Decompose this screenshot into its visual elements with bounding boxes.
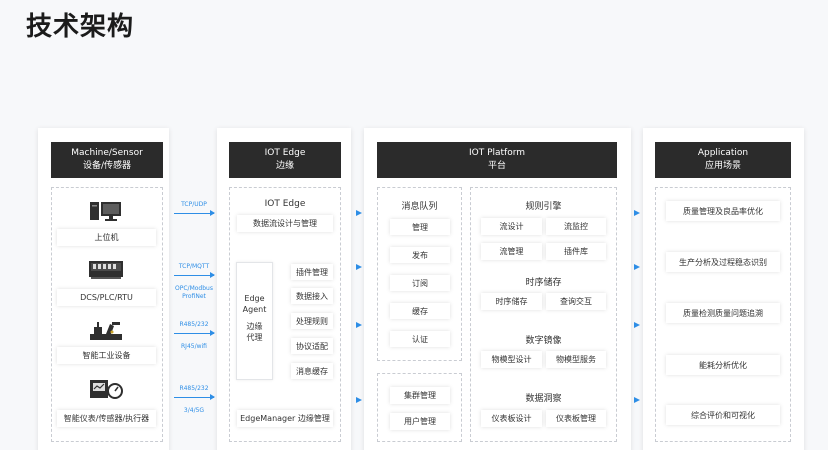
edge-header: IOT Edge 边缘	[229, 142, 341, 178]
app-item: 生产分析及过程稳态识别	[666, 252, 780, 272]
platform-header: IOT Platform 平台	[377, 142, 617, 178]
twin-item: 物模型服务	[546, 351, 606, 368]
device-item-industrial: 智能工业设备	[57, 347, 156, 364]
protocol-label: 3/4/5G	[183, 407, 205, 414]
rule-item: 插件库	[546, 243, 606, 260]
insight-title: 数据洞察	[525, 394, 562, 404]
device-header-en: Machine/Sensor	[71, 148, 143, 158]
plc-rack-icon	[89, 261, 123, 279]
edge-plugin-box: 消息缓存	[291, 363, 333, 379]
edge-manager-box: EdgeManager 边缘管理	[237, 410, 333, 427]
app-item: 质量检测质量问题追溯	[666, 303, 780, 323]
protocol-label: ProfiNet	[182, 293, 206, 300]
protocol-label: OPC/Modbus	[175, 285, 213, 292]
protocol-arrow	[174, 330, 215, 336]
app-item: 能耗分析优化	[666, 355, 780, 375]
flow-arrow	[634, 210, 643, 217]
rule-item: 流监控	[546, 218, 606, 235]
twin-item: 物模型设计	[481, 351, 542, 368]
edge-design-box: 数据流设计与管理	[237, 215, 333, 232]
rule-item: 流管理	[481, 243, 542, 260]
edge-agent-label: Edge Agent 边缘代理	[236, 293, 273, 343]
mq-item: 发布	[390, 247, 450, 263]
meter-gauge-icon	[90, 380, 123, 399]
app-header-en: Application	[697, 148, 749, 158]
flow-arrow	[634, 322, 643, 329]
device-item-host: 上位机	[57, 229, 156, 246]
app-item: 质量管理及良品率优化	[666, 201, 780, 221]
industrial-robot-icon	[90, 322, 122, 340]
page-title: 技术架构	[26, 12, 135, 42]
protocol-label: TCP/UDP	[181, 201, 207, 208]
device-header: Machine/Sensor 设备/传感器	[51, 142, 163, 178]
protocol-arrow	[174, 210, 215, 216]
edge-section-title: IOT Edge	[264, 199, 306, 209]
timeseries-title: 时序储存	[525, 278, 562, 288]
rule-engine-title: 规则引擎	[525, 202, 562, 212]
mq-item: 订阅	[390, 275, 450, 291]
mq-item: 认证	[390, 331, 450, 347]
cluster-item: 集群管理	[390, 387, 450, 404]
protocol-arrow	[174, 394, 215, 400]
edge-header-en: IOT Edge	[264, 148, 306, 158]
timeseries-item: 查询交互	[546, 293, 606, 310]
edge-plugin-box: 插件管理	[291, 264, 333, 280]
protocol-arrow	[174, 272, 215, 278]
mq-title: 消息队列	[401, 202, 438, 212]
rule-item: 流设计	[481, 218, 542, 235]
app-item: 综合评价和可视化	[666, 405, 780, 425]
cluster-group	[377, 373, 462, 442]
insight-item: 仪表板设计	[481, 410, 542, 427]
edge-plugin-box: 数据接入	[291, 288, 333, 304]
edge-agent-cn: 边缘代理	[246, 322, 263, 342]
app-header: Application 应用场景	[655, 142, 791, 178]
timeseries-item: 时序储存	[481, 293, 542, 310]
app-header-cn: 应用场景	[704, 161, 741, 171]
cluster-item: 用户管理	[390, 413, 450, 430]
computer-icon	[90, 202, 121, 221]
protocol-label: R485/232	[179, 385, 209, 392]
flow-arrow	[634, 264, 643, 271]
device-header-cn: 设备/传感器	[82, 161, 132, 171]
platform-header-cn: 平台	[487, 161, 506, 171]
edge-agent-en: Edge Agent	[242, 294, 267, 314]
mq-item: 缓存	[390, 303, 450, 319]
device-group	[51, 187, 163, 442]
protocol-label: RJ45/wifi	[181, 343, 207, 350]
platform-header-en: IOT Platform	[468, 148, 526, 158]
device-item-plc: DCS/PLC/RTU	[57, 289, 156, 306]
device-item-meter: 智能仪表/传感器/执行器	[57, 410, 156, 427]
architecture-page: 技术架构 Machine/Sensor 设备/传感器 上位机 DCS/PLC/R…	[0, 0, 828, 450]
edge-header-cn: 边缘	[275, 161, 294, 171]
insight-item: 仪表板管理	[546, 410, 606, 427]
flow-arrow	[634, 397, 643, 404]
edge-plugin-box: 处理规则	[291, 313, 333, 329]
digital-twin-title: 数字镜像	[525, 336, 562, 346]
mq-item: 管理	[390, 219, 450, 235]
protocol-label: TCP/MQTT	[178, 263, 210, 270]
protocol-label: R485/232	[179, 321, 209, 328]
edge-plugin-box: 协议适配	[291, 338, 333, 354]
